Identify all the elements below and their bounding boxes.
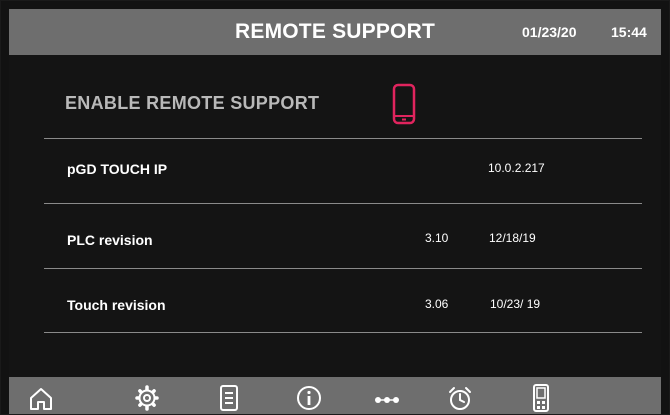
header-bar: REMOTE SUPPORT 01/23/20 15:44: [9, 9, 661, 55]
enable-remote-support-label: ENABLE REMOTE SUPPORT: [65, 93, 320, 113]
gear-icon: [135, 385, 159, 411]
nav-more-button[interactable]: [373, 383, 401, 413]
smartphone-icon: [392, 83, 416, 125]
nav-device-button[interactable]: [527, 383, 555, 413]
divider: [44, 268, 642, 269]
divider: [44, 203, 642, 204]
plc-revision-date: 12/18/19: [489, 231, 536, 245]
divider: [44, 138, 642, 139]
nav-info-button[interactable]: [295, 383, 323, 413]
screen-frame: REMOTE SUPPORT 01/23/20 15:44 ENABLE REM…: [0, 0, 670, 415]
ip-value: 10.0.2.217: [488, 161, 545, 175]
enable-remote-support-button[interactable]: [392, 83, 416, 125]
list-icon: [220, 385, 238, 411]
header-date: 01/23/20: [522, 24, 577, 40]
bottom-nav-bar: [9, 377, 661, 414]
touch-revision-date: 10/23/ 19: [490, 297, 541, 311]
nav-menu-button[interactable]: [215, 383, 243, 413]
device-icon: [533, 384, 549, 412]
nav-settings-button[interactable]: [133, 383, 161, 413]
header-time: 15:44: [611, 24, 647, 40]
alarm-clock-icon: [449, 387, 471, 410]
nav-home-button[interactable]: [27, 383, 55, 413]
plc-revision-label: PLC revision: [67, 232, 153, 248]
plc-revision-version: 3.10: [425, 231, 449, 245]
more-icon: [375, 397, 399, 403]
home-icon: [30, 388, 52, 410]
info-icon: [297, 386, 321, 410]
ip-label: pGD TOUCH IP: [67, 161, 168, 177]
main-panel: ENABLE REMOTE SUPPORT pGD TOUCH IP 10.0.…: [9, 55, 661, 377]
nav-scheduler-button[interactable]: [446, 383, 474, 413]
touch-revision-version: 3.06: [425, 297, 449, 311]
divider: [44, 332, 642, 333]
touch-revision-label: Touch revision: [67, 297, 166, 313]
